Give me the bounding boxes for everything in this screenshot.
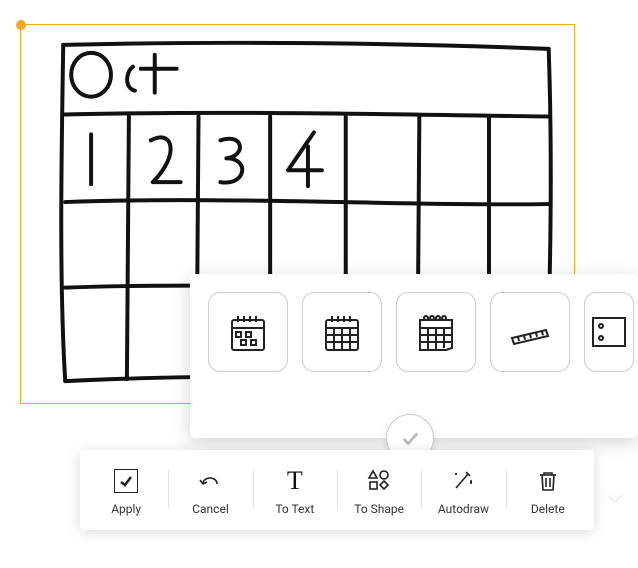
text-icon: T (287, 468, 303, 494)
to-shape-label: To Shape (354, 502, 404, 516)
autodraw-button[interactable]: Autodraw (421, 460, 505, 524)
trash-icon (535, 468, 561, 494)
delete-button[interactable]: Delete (506, 460, 590, 524)
autodraw-label: Autodraw (438, 502, 489, 516)
shapes-icon (366, 468, 392, 494)
suggestion-abacus[interactable] (584, 292, 634, 372)
selection-handle-icon[interactable] (16, 20, 26, 30)
delete-label: Delete (531, 502, 565, 516)
autodraw-suggestions-panel (190, 274, 638, 438)
cancel-button[interactable]: Cancel (168, 460, 252, 524)
autodraw-wand-icon (450, 468, 476, 494)
suggestion-calendar-dots[interactable] (208, 292, 288, 372)
apply-button[interactable]: Apply (84, 460, 168, 524)
abacus-icon (585, 308, 633, 356)
calendar-grid-icon (318, 308, 366, 356)
apply-label: Apply (111, 502, 141, 516)
undo-icon (197, 468, 223, 494)
cancel-label: Cancel (192, 502, 229, 516)
to-shape-button[interactable]: To Shape (337, 460, 421, 524)
apply-checkbox-icon (114, 468, 138, 494)
check-icon (399, 427, 421, 449)
ruler-icon (506, 308, 554, 356)
suggestion-calendar-grid[interactable] (302, 292, 382, 372)
to-text-button[interactable]: T To Text (253, 460, 337, 524)
suggestion-calendar-tear[interactable] (396, 292, 476, 372)
pointer-tip-icon (607, 493, 623, 501)
ink-toolbar: Apply Cancel T To Text To Shape (80, 450, 594, 530)
calendar-dots-icon (224, 308, 272, 356)
to-text-label: To Text (275, 502, 314, 516)
suggestions-row (190, 292, 638, 372)
calendar-tear-icon (412, 308, 460, 356)
suggestion-ruler[interactable] (490, 292, 570, 372)
